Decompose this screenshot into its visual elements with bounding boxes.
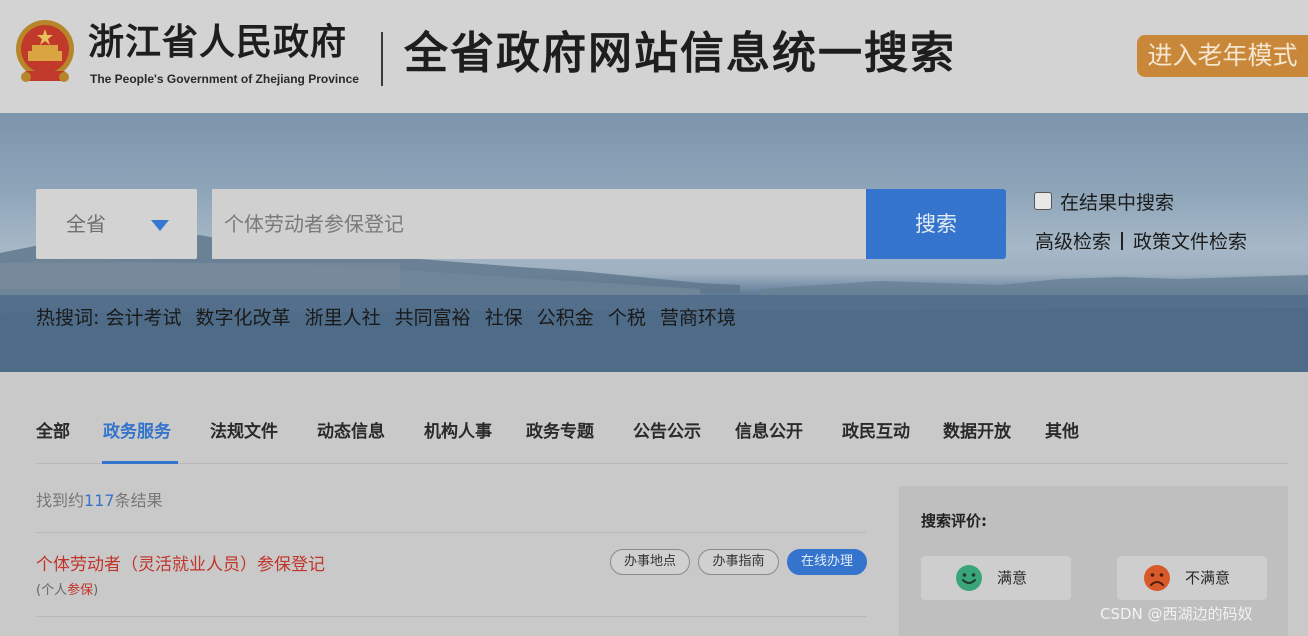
unsatisfied-button[interactable]: 不满意 (1117, 556, 1267, 600)
hot-word-link[interactable]: 社保 (485, 307, 523, 329)
tab-open-data[interactable]: 数据开放 (943, 417, 1011, 442)
online-service-button[interactable]: 在线办理 (787, 549, 867, 575)
hot-words-label: 热搜词: (36, 307, 100, 329)
frown-face-icon (1144, 565, 1170, 591)
search-banner: 全省 搜索 在结果中搜索 高级检索政策文件检索 热搜词: 会计考试 数字化改革 … (0, 113, 1308, 372)
hot-word-link[interactable]: 个税 (608, 307, 646, 329)
result-count-suffix: 条结果 (114, 491, 163, 510)
tab-special-topics[interactable]: 政务专题 (526, 417, 594, 442)
csdn-watermark: CSDN @西湖边的码奴 (1100, 605, 1253, 623)
tab-announcements[interactable]: 公告公示 (633, 417, 701, 442)
hot-word-link[interactable]: 数字化改革 (196, 307, 291, 329)
hot-word-link[interactable]: 共同富裕 (395, 307, 471, 329)
search-within-results-checkbox[interactable] (1034, 192, 1052, 210)
tab-news[interactable]: 动态信息 (317, 417, 385, 442)
tab-government-services[interactable]: 政务服务 (103, 417, 171, 442)
tab-regulations[interactable]: 法规文件 (210, 417, 278, 442)
result-count: 找到约117条结果 (36, 487, 163, 511)
chevron-down-icon (151, 220, 169, 231)
category-tabs: 全部 政务服务 法规文件 动态信息 机构人事 政务专题 公告公示 信息公开 政民… (36, 412, 1288, 464)
search-input[interactable] (212, 189, 866, 259)
divider (36, 532, 866, 533)
national-emblem-icon (16, 20, 74, 82)
tab-information-disclosure[interactable]: 信息公开 (735, 417, 803, 442)
hot-word-link[interactable]: 浙里人社 (305, 307, 381, 329)
site-name: 浙江省人民政府 (88, 21, 348, 63)
result-title-link[interactable]: 个体劳动者（灵活就业人员）参保登记 (36, 550, 325, 575)
search-within-results-label[interactable]: 在结果中搜索 (1060, 188, 1174, 215)
hot-word-link[interactable]: 会计考试 (105, 307, 181, 329)
active-tab-indicator (102, 461, 178, 464)
unsatisfied-label: 不满意 (1185, 569, 1231, 587)
tab-public-interaction[interactable]: 政民互动 (842, 417, 910, 442)
result-count-prefix: 找到约 (36, 491, 85, 510)
result-category-text: 个人 (41, 583, 68, 598)
header-divider (381, 32, 383, 86)
site-name-english: The People's Government of Zhejiang Prov… (90, 72, 359, 86)
tab-all[interactable]: 全部 (36, 417, 70, 442)
result-category-highlight: 参保 (67, 583, 94, 598)
paren-close: ) (93, 583, 99, 598)
link-separator (1121, 232, 1124, 250)
rating-title: 搜索评价: (921, 512, 987, 530)
satisfied-label: 满意 (997, 569, 1028, 587)
results-area: 全部 政务服务 法规文件 动态信息 机构人事 政务专题 公告公示 信息公开 政民… (0, 372, 1308, 636)
search-button[interactable]: 搜索 (866, 189, 1006, 259)
smile-face-icon (956, 565, 982, 591)
advanced-search-links: 高级检索 政策文件检索 (1035, 227, 1247, 254)
search-scope-value: 全省 (66, 212, 106, 236)
hot-word-link[interactable]: 公积金 (537, 307, 594, 329)
policy-document-search-link[interactable]: 政策文件检索 (1133, 231, 1247, 253)
tab-other[interactable]: 其他 (1045, 417, 1079, 442)
search-scope-dropdown[interactable]: 全省 (36, 189, 197, 259)
search-portal-title: 全省政府网站信息统一搜索 (404, 28, 956, 79)
site-header: 浙江省人民政府 The People's Government of Zheji… (0, 0, 1308, 113)
result-category: (个人参保) (36, 579, 98, 598)
divider (36, 616, 866, 617)
tab-institutions-personnel[interactable]: 机构人事 (424, 417, 492, 442)
service-location-button[interactable]: 办事地点 (610, 549, 690, 575)
advanced-search-link[interactable]: 高级检索 (1035, 231, 1111, 253)
hot-word-link[interactable]: 营商环境 (660, 307, 736, 329)
elder-mode-button[interactable]: 进入老年模式 (1137, 35, 1308, 77)
result-count-number: 117 (84, 491, 115, 510)
service-guide-button[interactable]: 办事指南 (698, 549, 779, 575)
satisfied-button[interactable]: 满意 (921, 556, 1071, 600)
hot-search-words: 热搜词: 会计考试 数字化改革 浙里人社 共同富裕 社保 公积金 个税 营商环境 (36, 303, 744, 330)
